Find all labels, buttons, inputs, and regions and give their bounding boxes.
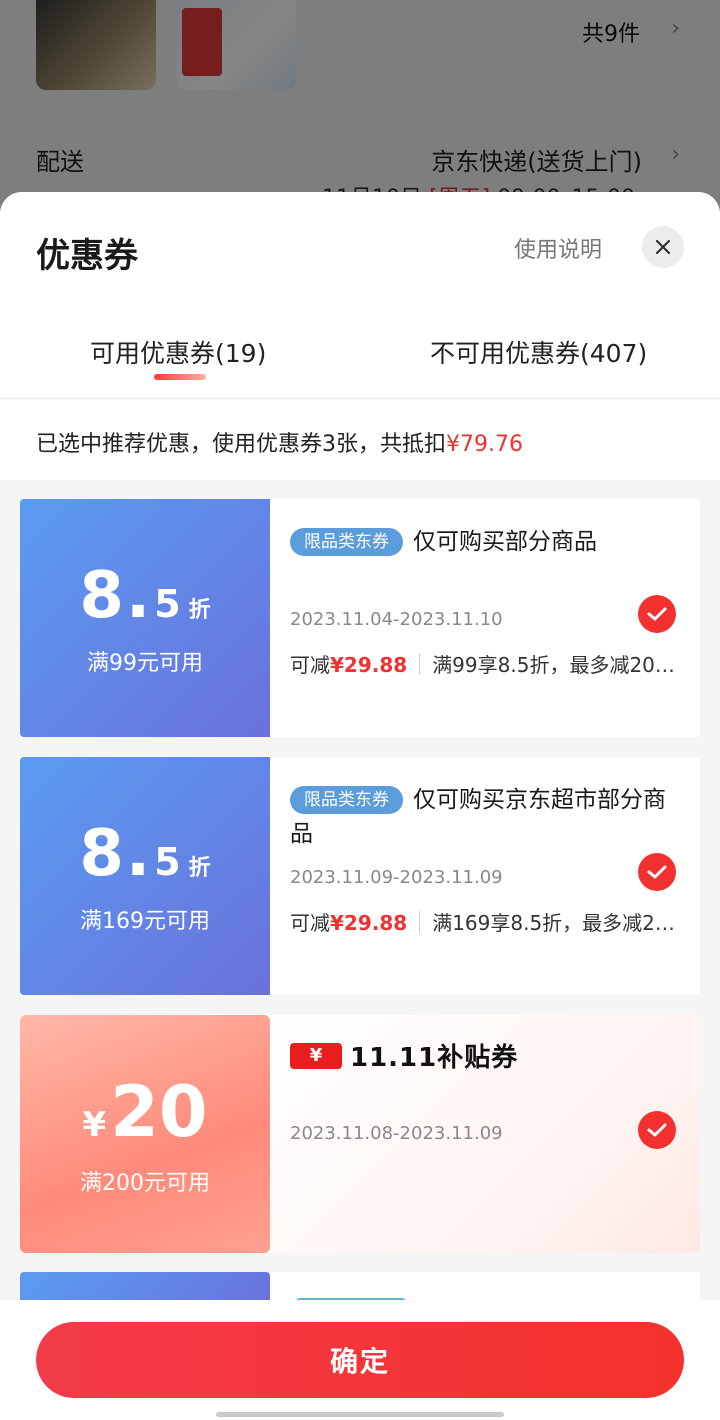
tab-unavailable-coupons[interactable]: 不可用优惠券(407) xyxy=(430,334,647,370)
coupon-value-panel: 8.5折 满99元可用 xyxy=(20,499,270,737)
coupon-info: ¥ 11.11补贴券 2023.11.08-2023.11.09 xyxy=(270,1015,700,1253)
coupon-info: 限品类东券 仅可购买京东超市部分商品 2023.11.09-2023.11.09 … xyxy=(270,757,700,995)
coupon-condition: 满169元可用 xyxy=(80,909,210,934)
divider xyxy=(0,398,720,399)
confirm-button[interactable]: 确定 xyxy=(36,1322,684,1398)
coupon-scope: 限品类东券 仅可购买京东超市部分商品 xyxy=(290,786,666,847)
coupon-sheet: 优惠券 使用说明 可用优惠券(19) 不可用优惠券(407) 已选中推荐优惠，使… xyxy=(0,192,720,1420)
coupon-validity: 2023.11.04-2023.11.10 xyxy=(290,609,503,630)
close-button[interactable] xyxy=(642,226,684,268)
coupon-selected-checkbox[interactable] xyxy=(638,853,676,891)
tab-available-coupons[interactable]: 可用优惠券(19) xyxy=(90,334,266,370)
coupon-type-tag: 限品类东券 xyxy=(290,786,403,814)
coupon-selected-checkbox[interactable] xyxy=(638,1111,676,1149)
coupon-validity: 2023.11.09-2023.11.09 xyxy=(290,867,503,888)
discount-value: 8.5折 xyxy=(79,559,211,633)
home-indicator[interactable] xyxy=(216,1412,504,1417)
check-icon xyxy=(647,1123,667,1137)
coupon-amount: ¥20 xyxy=(82,1071,208,1153)
close-icon xyxy=(655,239,671,255)
sheet-header: 优惠券 使用说明 可用优惠券(19) 不可用优惠券(407) 已选中推荐优惠，使… xyxy=(0,192,720,480)
coupon-value-panel: ¥20 满200元可用 xyxy=(20,1015,270,1253)
coupon-card[interactable]: 8.5折 满99元可用 限品类东券 仅可购买部分商品 2023.11.04-202… xyxy=(20,499,700,737)
sheet-footer: 确定 xyxy=(0,1300,720,1420)
sheet-title: 优惠券 xyxy=(36,236,138,276)
coupon-condition: 满99元可用 xyxy=(87,651,203,676)
coupon-value-panel: 8.5折 满169元可用 xyxy=(20,757,270,995)
coupon-detail: 可减¥29.88 满169享8.5折，最多减200元 xyxy=(290,911,684,935)
usage-instructions-link[interactable]: 使用说明 xyxy=(514,232,602,264)
coupon-detail: 可减¥29.88 满99享8.5折，最多减200元 xyxy=(290,653,684,677)
subsidy-coupon-title: ¥ 11.11补贴券 xyxy=(290,1037,518,1074)
coupon-selected-checkbox[interactable] xyxy=(638,595,676,633)
selection-summary: 已选中推荐优惠，使用优惠券3张，共抵扣¥79.76 xyxy=(36,432,523,457)
coupon-info: 限品类东券 仅可购买部分商品 2023.11.04-2023.11.10 可减¥2… xyxy=(270,499,700,737)
coupon-validity: 2023.11.08-2023.11.09 xyxy=(290,1123,503,1144)
coupon-card[interactable]: 8.5折 满169元可用 限品类东券 仅可购买京东超市部分商品 2023.11.0… xyxy=(20,757,700,995)
coupon-card[interactable]: ¥20 满200元可用 ¥ 11.11补贴券 2023.11.08-2023.1… xyxy=(20,1015,700,1253)
check-icon xyxy=(647,865,667,879)
coupon-type-tag: 限品类东券 xyxy=(290,528,403,556)
active-tab-indicator xyxy=(154,374,206,380)
coupon-condition: 满200元可用 xyxy=(80,1171,210,1196)
coupon-scope: 限品类东券 仅可购买部分商品 xyxy=(290,525,680,559)
check-icon xyxy=(647,607,667,621)
discount-value: 8.5折 xyxy=(79,817,211,891)
yen-badge-icon: ¥ xyxy=(290,1042,342,1069)
